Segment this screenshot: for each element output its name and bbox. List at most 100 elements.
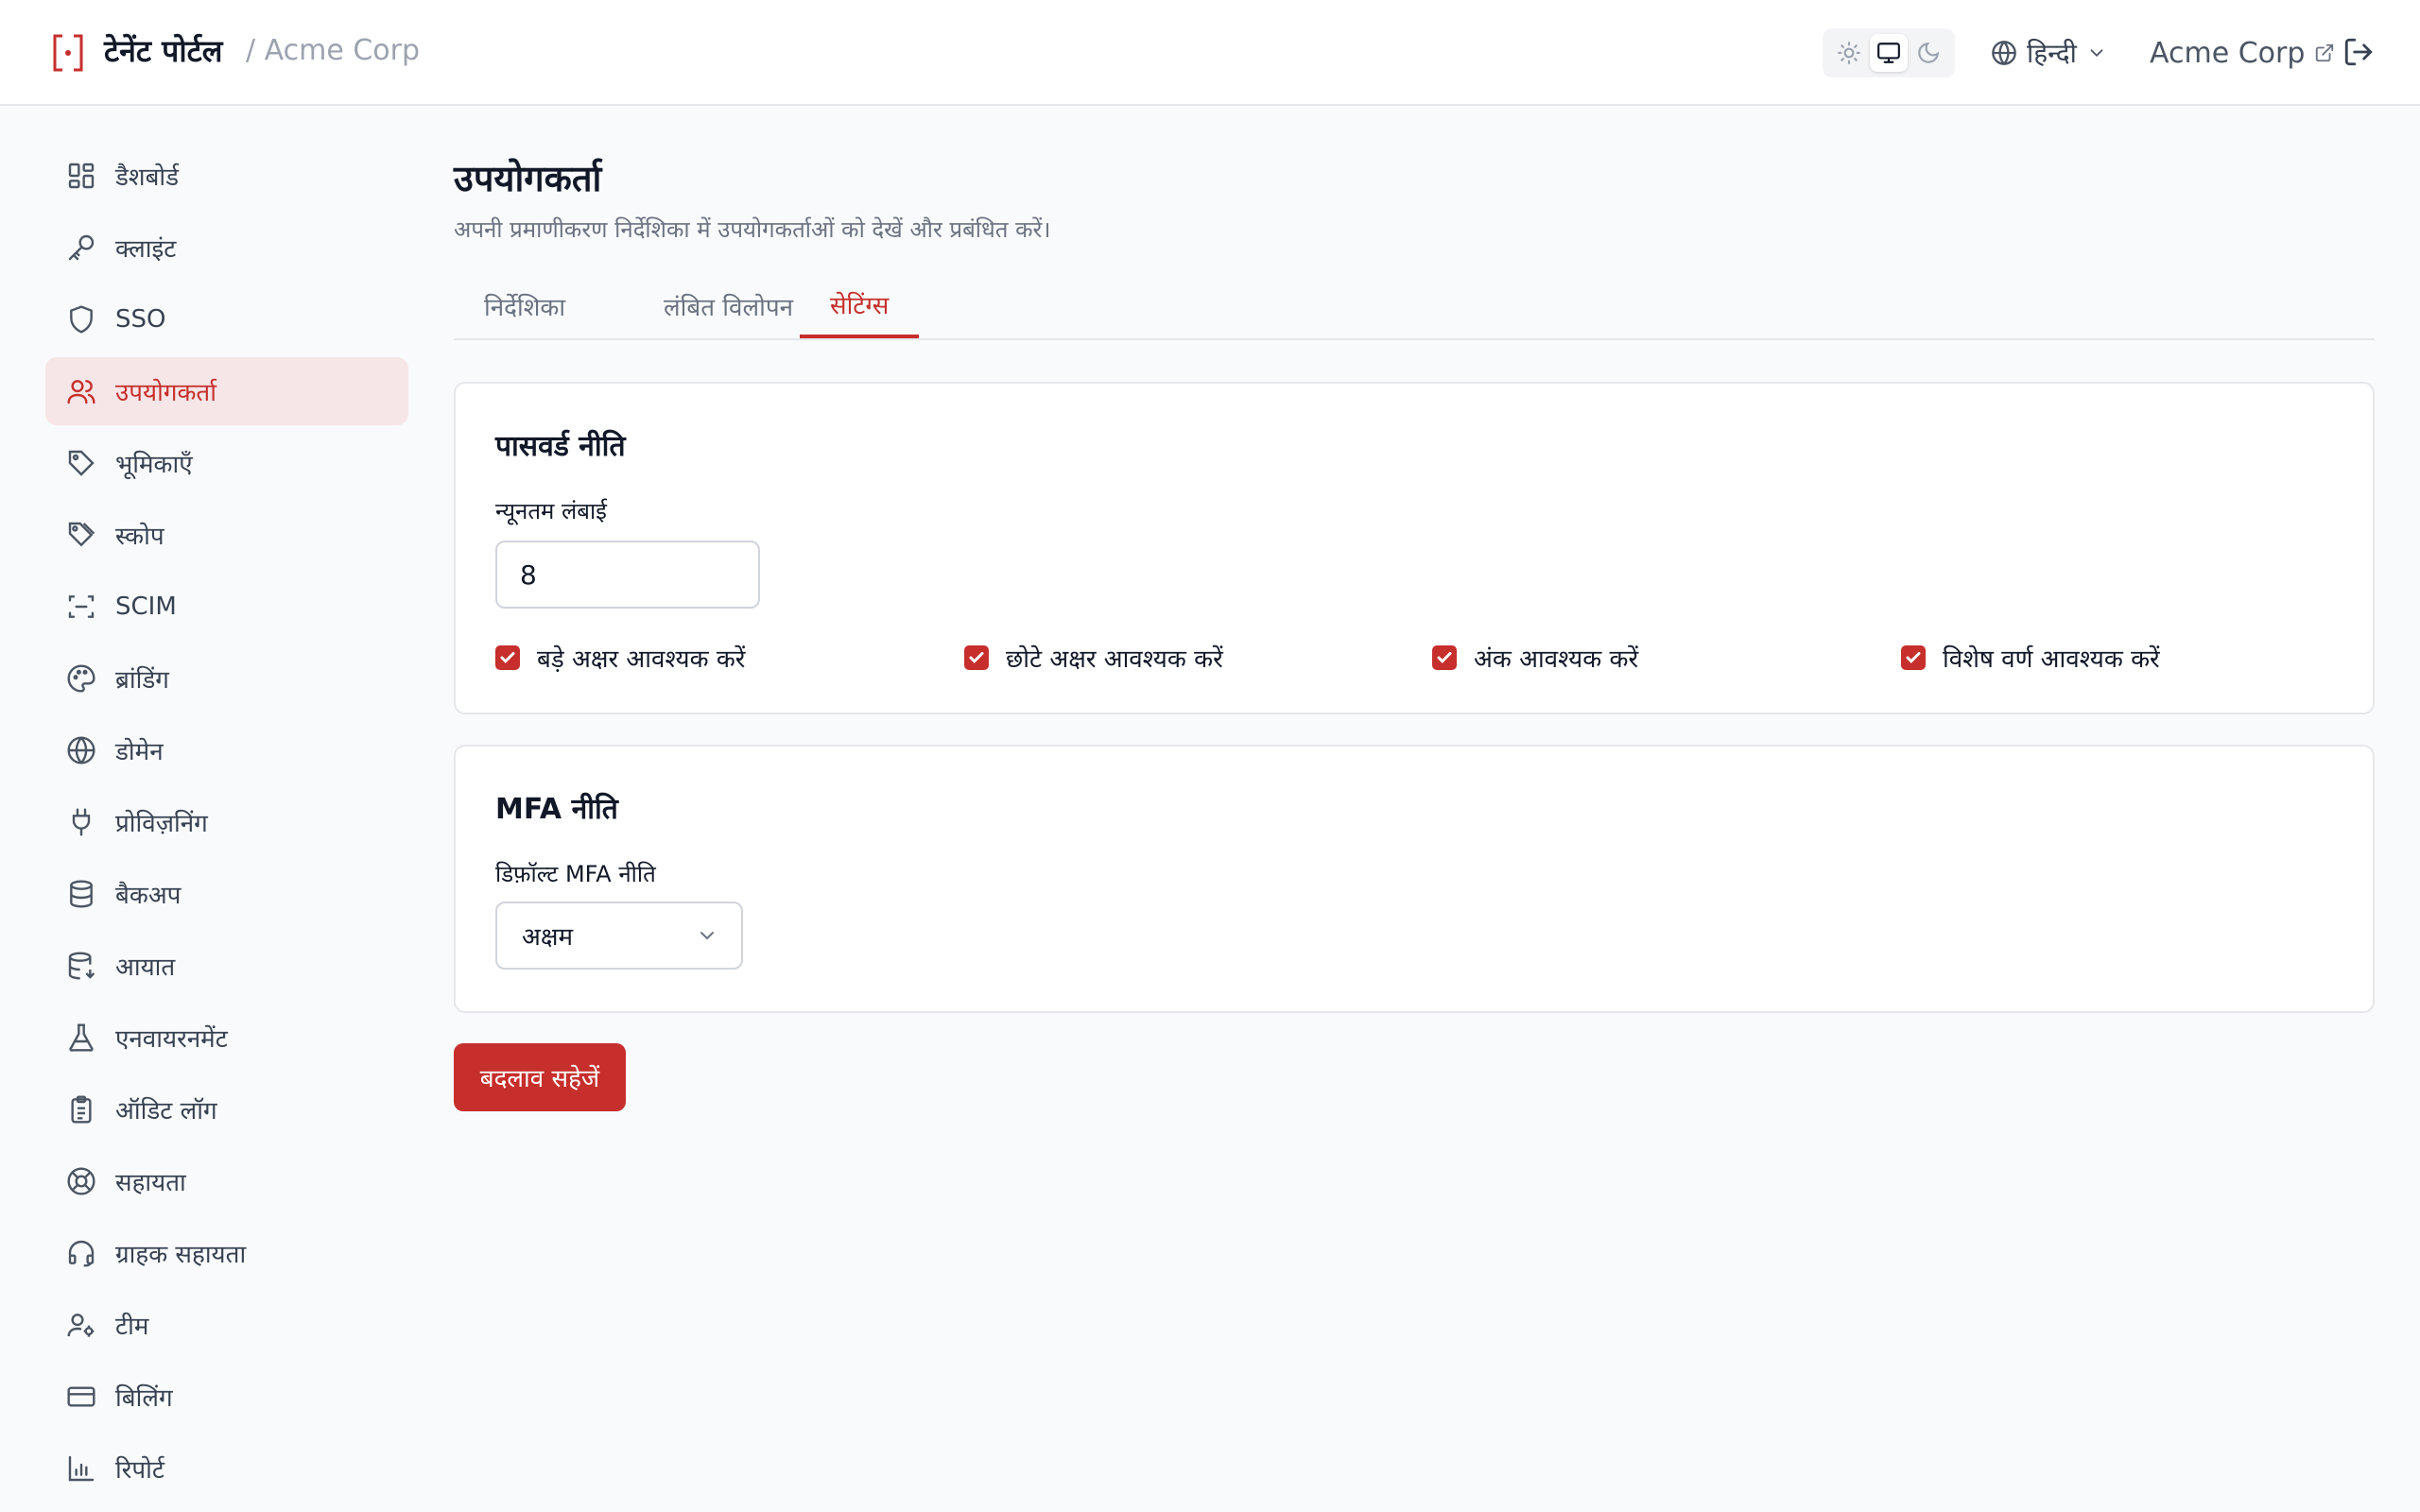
sidebar-item-label: बैकअप	[115, 882, 182, 910]
sidebar-item-label: प्रोविज़निंग	[115, 810, 208, 838]
check-digits-label: अंक आवश्यक करें	[1474, 645, 1639, 674]
sidebar-item-team[interactable]: टीम	[45, 1291, 408, 1359]
min-length-label: न्यूनतम लंबाई	[495, 498, 607, 524]
sidebar-nav: डैशबोर्ड क्लाइंट SSO उपयोगकर्ता भूमिकाएँ…	[45, 142, 408, 1506]
theme-system-button[interactable]	[1870, 34, 1908, 72]
sidebar-item-label: बिलिंग	[115, 1384, 173, 1413]
sidebar-item-label: ब्रांडिंग	[115, 666, 169, 695]
check-uppercase[interactable]: बड़े अक्षर आवश्यक करें	[495, 641, 745, 675]
sidebar-item-provisioning[interactable]: प्रोविज़निंग	[45, 788, 408, 856]
dashboard-icon	[66, 161, 96, 191]
checkbox-checked-icon[interactable]	[1901, 645, 1926, 670]
external-link-icon	[2314, 43, 2335, 63]
sidebar-item-branding[interactable]: ब्रांडिंग	[45, 644, 408, 713]
sidebar-item-backup[interactable]: बैकअप	[45, 860, 408, 928]
globe-icon	[1991, 40, 2017, 66]
theme-dark-button[interactable]	[1910, 34, 1947, 72]
sidebar-item-help[interactable]: सहायता	[45, 1147, 408, 1215]
brand-logo-icon	[49, 32, 87, 74]
theme-switcher	[1823, 28, 1955, 77]
check-special-label: विशेष वर्ण आवश्यक करें	[1943, 645, 2160, 674]
chevron-down-icon	[2086, 43, 2107, 63]
page-subtitle: अपनी प्रमाणीकरण निर्देशिका में उपयोगकर्त…	[454, 216, 1051, 243]
sidebar-item-customer-support[interactable]: ग्राहक सहायता	[45, 1219, 408, 1287]
logout-icon	[2342, 36, 2377, 68]
sidebar-item-label: डैशबोर्ड	[115, 163, 180, 192]
brand-name[interactable]: टेनेंट पोर्टल	[104, 30, 222, 71]
tab-settings[interactable]: सेटिंग्स	[800, 274, 920, 338]
user-cog-icon	[66, 1310, 96, 1340]
checkbox-checked-icon[interactable]	[964, 645, 989, 670]
sidebar-item-roles[interactable]: भूमिकाएँ	[45, 429, 408, 497]
key-icon	[66, 232, 96, 263]
monitor-icon	[1876, 41, 1901, 65]
scan-icon	[66, 592, 96, 622]
flask-icon	[66, 1022, 96, 1053]
credit-card-icon	[66, 1382, 96, 1412]
sidebar-item-dashboard[interactable]: डैशबोर्ड	[45, 142, 408, 210]
theme-light-button[interactable]	[1830, 34, 1868, 72]
org-name: Acme Corp	[2150, 36, 2306, 70]
top-header: टेनेंट पोर्टल / Acme Corp हिन्दी Acme Co…	[0, 0, 2420, 106]
logout-button[interactable]	[2342, 36, 2377, 70]
sidebar-item-import[interactable]: आयात	[45, 932, 408, 1000]
sidebar-item-users[interactable]: उपयोगकर्ता	[45, 357, 408, 425]
default-mfa-value: अक्षम	[522, 923, 574, 952]
sidebar-item-label: SSO	[115, 305, 166, 334]
sidebar-item-label: क्लाइंट	[115, 235, 177, 264]
check-lowercase[interactable]: छोटे अक्षर आवश्यक करें	[964, 641, 1223, 675]
checkbox-checked-icon[interactable]	[495, 645, 520, 670]
default-mfa-select[interactable]: अक्षम	[495, 902, 743, 970]
database-import-icon	[66, 951, 96, 981]
palette-icon	[66, 663, 96, 694]
tab-pending-deletion[interactable]: लंबित विलोपन	[633, 274, 823, 338]
sidebar-item-clients[interactable]: क्लाइंट	[45, 214, 408, 282]
sun-icon	[1837, 41, 1861, 65]
password-policy-card: पासवर्ड नीति न्यूनतम लंबाई बड़े अक्षर आव…	[454, 382, 2375, 714]
tags-icon	[66, 520, 96, 550]
org-external-link[interactable]: Acme Corp	[2150, 34, 2335, 72]
check-digits[interactable]: अंक आवश्यक करें	[1432, 641, 1638, 675]
min-length-input[interactable]	[495, 541, 760, 609]
sidebar-item-scopes[interactable]: स्कोप	[45, 501, 408, 569]
sidebar-item-sso[interactable]: SSO	[45, 285, 408, 353]
headset-icon	[66, 1238, 96, 1268]
check-uppercase-label: बड़े अक्षर आवश्यक करें	[537, 645, 746, 674]
sidebar-item-label: SCIM	[115, 593, 177, 621]
mfa-policy-title: MFA नीति	[495, 793, 618, 826]
chevron-down-icon	[696, 924, 718, 947]
sidebar-item-label: स्कोप	[115, 523, 164, 551]
sidebar-item-billing[interactable]: बिलिंग	[45, 1363, 408, 1431]
sidebar-item-audit-log[interactable]: ऑडिट लॉग	[45, 1075, 408, 1143]
moon-icon	[1916, 41, 1941, 65]
mfa-policy-card: MFA नीति डिफ़ॉल्ट MFA नीति अक्षम	[454, 745, 2375, 1013]
bar-chart-icon	[66, 1453, 96, 1484]
tag-icon	[66, 448, 96, 478]
check-special[interactable]: विशेष वर्ण आवश्यक करें	[1901, 641, 2160, 675]
language-label: हिन्दी	[2027, 38, 2077, 69]
sidebar-item-environments[interactable]: एनवायरनमेंट	[45, 1004, 408, 1072]
globe-icon	[66, 735, 96, 765]
sidebar-item-label: उपयोगकर्ता	[115, 379, 216, 407]
checkbox-checked-icon[interactable]	[1432, 645, 1457, 670]
tab-bar: निर्देशिका लंबित विलोपन सेटिंग्स	[454, 274, 2375, 340]
main-content: उपयोगकर्ता अपनी प्रमाणीकरण निर्देशिका मे…	[454, 142, 2375, 1111]
password-policy-title: पासवर्ड नीति	[495, 430, 626, 463]
sidebar-item-label: ग्राहक सहायता	[115, 1241, 247, 1269]
sidebar-item-label: रिपोर्ट	[115, 1456, 164, 1485]
check-lowercase-label: छोटे अक्षर आवश्यक करें	[1006, 645, 1223, 674]
clipboard-icon	[66, 1094, 96, 1125]
sidebar-item-label: आयात	[115, 954, 176, 982]
lifebuoy-icon	[66, 1166, 96, 1196]
sidebar-item-reports[interactable]: रिपोर्ट	[45, 1435, 408, 1503]
sidebar-item-domains[interactable]: डोमेन	[45, 716, 408, 784]
sidebar-item-scim[interactable]: SCIM	[45, 573, 408, 641]
tab-directory[interactable]: निर्देशिका	[454, 274, 596, 338]
shield-icon	[66, 304, 96, 335]
database-icon	[66, 879, 96, 909]
sidebar-item-label: डोमेन	[115, 738, 164, 766]
sidebar-item-label: टीम	[115, 1313, 149, 1341]
language-selector[interactable]: हिन्दी	[1991, 34, 2107, 72]
sidebar-item-label: भूमिकाएँ	[115, 451, 193, 479]
save-changes-button[interactable]: बदलाव सहेजें	[454, 1043, 626, 1111]
